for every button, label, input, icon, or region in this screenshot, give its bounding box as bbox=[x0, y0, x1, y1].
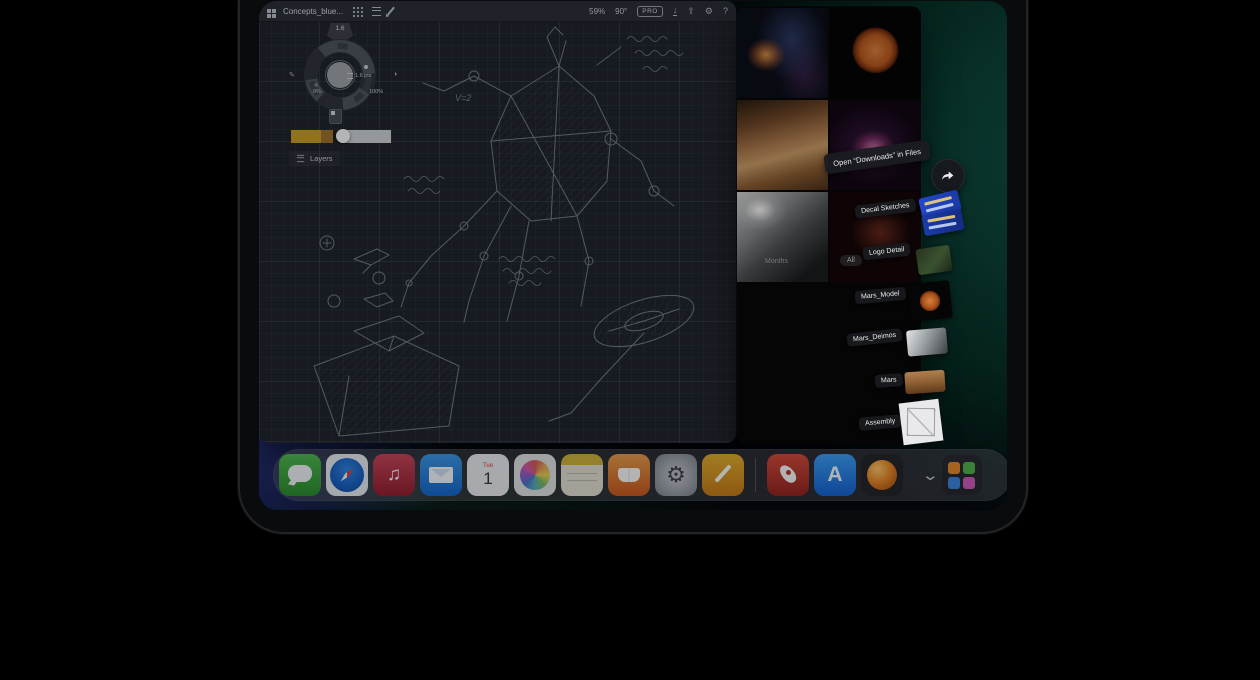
dragged-file-label[interactable]: Assembly bbox=[859, 414, 902, 431]
drop-target-banner: Open “Downloads” in Files bbox=[823, 140, 931, 175]
dragged-file-label[interactable]: Mars_Deimos bbox=[846, 328, 902, 347]
ipad-screen: Concepts_blue... 59% 90° PRO ↓ ⇧ ⚙ ? bbox=[259, 1, 1007, 510]
dragged-thumb-mars-deimos[interactable] bbox=[906, 327, 948, 356]
dragged-file-label[interactable]: Decal Sketches bbox=[854, 198, 916, 218]
dragged-file-label[interactable]: Mars bbox=[875, 373, 903, 388]
drag-drop-layer: Open “Downloads” in Files Decal Sketches… bbox=[259, 1, 1007, 510]
ipad-device: Concepts_blue... 59% 90° PRO ↓ ⇧ ⚙ ? bbox=[238, 0, 1028, 534]
dragged-thumb-mars[interactable] bbox=[904, 370, 945, 395]
dragged-thumb-logo-detail[interactable] bbox=[915, 245, 952, 275]
dragged-thumb-assembly[interactable] bbox=[899, 399, 944, 446]
forward-arrow-icon bbox=[940, 168, 956, 184]
dragged-thumb-decal-sketches[interactable] bbox=[918, 192, 966, 238]
dragged-file-label[interactable]: Mars_Model bbox=[855, 287, 906, 304]
drag-forward-badge[interactable] bbox=[931, 159, 965, 193]
scene: Concepts_blue... 59% 90° PRO ↓ ⇧ ⚙ ? bbox=[0, 0, 1260, 680]
dragged-thumb-mars-model[interactable] bbox=[907, 280, 953, 322]
dragged-file-label[interactable]: Logo Detail bbox=[862, 243, 911, 261]
